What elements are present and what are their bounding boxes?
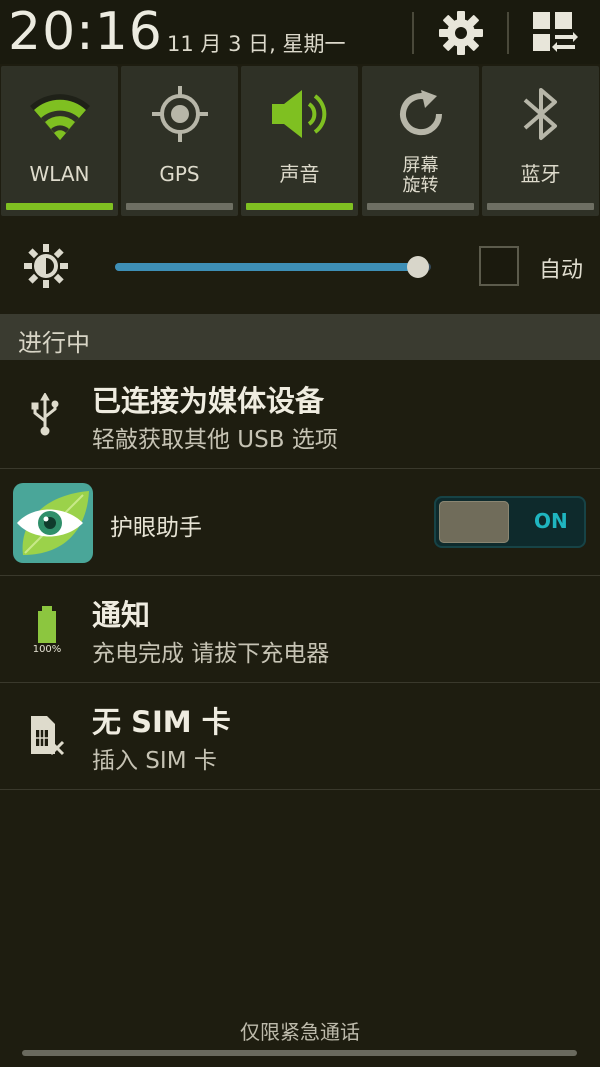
toggle-rotation[interactable]: 屏幕 旋转 [362,66,479,216]
notification-title: 通知 [92,598,151,632]
toggle-label: 声音 [279,162,320,186]
notification-charge[interactable]: 100% 通知 充电完成 请拔下充电器 [0,576,600,683]
section-header: 进行中 [0,314,600,360]
quick-toggles: WLAN GPS 声音 屏幕 旋转 蓝牙 [0,64,600,220]
notification-usb[interactable]: 已连接为媒体设备 轻敲获取其他 USB 选项 [0,362,600,469]
footer: 仅限紧急通话 [0,1010,600,1067]
emergency-calls-label: 仅限紧急通话 [240,1020,360,1044]
eye-care-app-icon [13,483,93,563]
notification-eye-care[interactable]: 护眼助手 ON [0,469,600,576]
toggle-label: GPS [159,162,200,186]
wifi-icon [1,78,118,150]
notification-title: 无 SIM 卡 [92,705,231,739]
drag-handle[interactable] [22,1050,577,1056]
date-label: 11 月 3 日, 星期一 [167,32,346,56]
grid-switch-icon[interactable] [530,8,580,58]
eye-care-toggle-switch[interactable]: ON [434,496,586,548]
notification-no-sim[interactable]: 无 SIM 卡 插入 SIM 卡 [0,683,600,790]
toggle-gps[interactable]: GPS [121,66,238,216]
notification-subtitle: 轻敲获取其他 USB 选项 [92,427,338,453]
toggle-wlan[interactable]: WLAN [1,66,118,216]
toggle-label: WLAN [29,162,90,186]
divider [507,12,509,54]
toggle-label: 屏幕 旋转 [402,155,439,196]
toggle-bluetooth[interactable]: 蓝牙 [482,66,599,216]
toggle-indicator [487,203,594,210]
notification-title: 已连接为媒体设备 [92,384,325,418]
toggle-indicator [126,203,233,210]
sim-card-icon [20,711,70,761]
brightness-slider[interactable] [115,263,431,271]
toggle-label: 蓝牙 [520,162,561,186]
toggle-indicator [367,203,474,210]
brightness-icon [24,244,68,288]
bluetooth-icon [482,78,599,150]
battery-icon: 100% [22,604,72,654]
gear-icon[interactable] [436,8,486,58]
clock: 20:16 [8,2,163,62]
toggle-indicator [6,203,113,210]
notification-subtitle: 插入 SIM 卡 [92,748,217,774]
auto-brightness-label: 自动 [539,258,584,283]
gps-icon [121,78,238,150]
usb-icon [20,390,70,440]
brightness-fill [115,263,419,271]
brightness-row: 自动 [0,222,600,314]
notification-title: 护眼助手 [110,515,202,541]
switch-thumb [439,501,509,543]
status-bar: 20:16 11 月 3 日, 星期一 [0,0,600,64]
auto-brightness-checkbox[interactable] [479,246,519,286]
toggle-sound[interactable]: 声音 [241,66,358,216]
notification-subtitle: 充电完成 请拔下充电器 [92,641,330,667]
toggle-indicator [246,203,353,210]
battery-level-text: 100% [33,644,62,654]
rotate-icon [362,78,479,150]
divider [412,12,414,54]
section-title: 进行中 [18,329,90,357]
speaker-icon [241,78,358,150]
switch-state-label: ON [534,509,568,533]
brightness-slider-handle[interactable] [407,256,430,278]
